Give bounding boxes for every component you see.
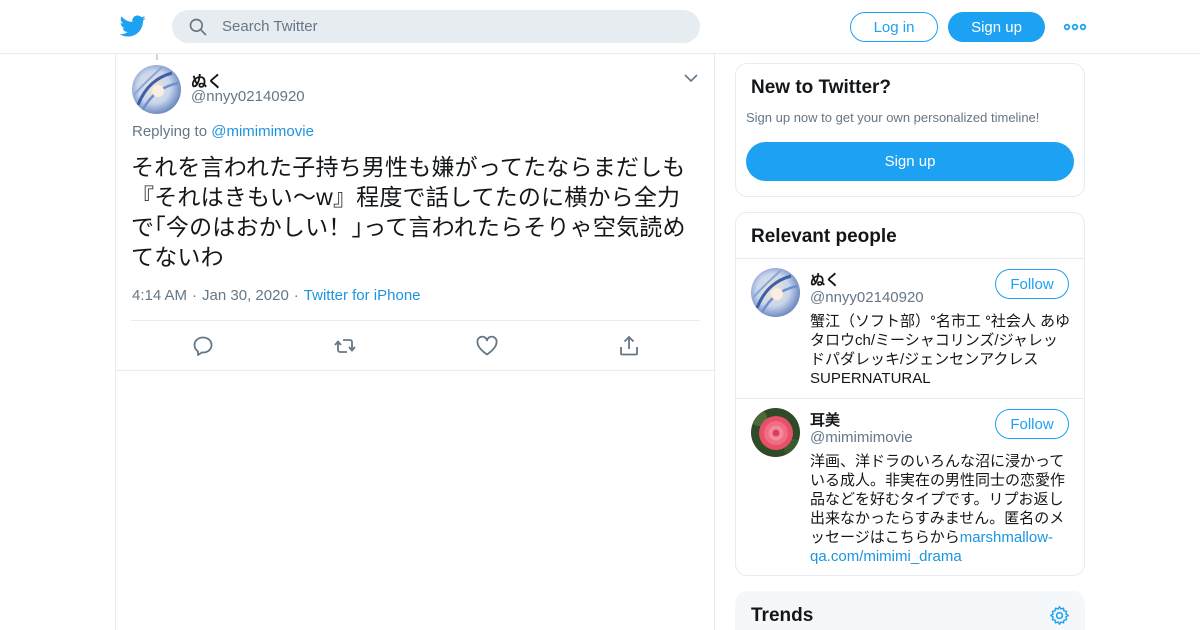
search-icon — [189, 18, 207, 36]
replying-to: Replying to @mimimimovie — [132, 123, 314, 140]
trends-title: Trends — [751, 605, 814, 626]
follow-button[interactable]: Follow — [995, 269, 1069, 299]
share-icon[interactable] — [617, 334, 641, 358]
person-name[interactable]: ぬく — [810, 269, 840, 290]
login-button[interactable]: Log in — [850, 12, 938, 42]
reply-icon[interactable] — [191, 334, 215, 358]
avatar[interactable] — [751, 268, 800, 317]
signup-button-large[interactable]: Sign up — [746, 142, 1074, 181]
person-bio: 蟹江（ソフト部）ᐤ名市工 ᐤ社会人 あゆタロウch/ミーシャコリンズ/ジャレッド… — [810, 313, 1071, 387]
replying-to-link[interactable]: @mimimimovie — [211, 123, 314, 140]
search-bar[interactable] — [172, 10, 700, 43]
tweet-column: ぬく @nnyy02140920 Replying to @mimimimovi… — [115, 54, 716, 630]
avatar-image — [751, 268, 800, 317]
top-navigation-bar: Log in Sign up — [0, 0, 1200, 54]
replying-prefix: Replying to — [132, 123, 208, 140]
twitter-bird-logo-icon[interactable] — [120, 13, 146, 39]
new-to-twitter-title: New to Twitter? — [751, 77, 892, 98]
person-bio: 洋画、洋ドラのいろんな沼に浸かっている成人。非実在の男性同士の恋愛作品などを好む… — [810, 452, 1072, 566]
retweet-icon[interactable] — [333, 334, 357, 358]
tweet-metadata: 4:14 AM · Jan 30, 2020 · Twitter for iPhone — [132, 287, 421, 304]
person-handle[interactable]: @mimimimovie — [810, 429, 913, 446]
like-icon[interactable] — [475, 334, 499, 358]
avatar-image — [132, 65, 181, 114]
trends-card: Trends — [735, 591, 1085, 630]
tweet-time[interactable]: 4:14 AM — [132, 287, 187, 304]
tweet-date[interactable]: Jan 30, 2020 — [202, 287, 289, 304]
chevron-down-icon[interactable] — [683, 70, 699, 86]
avatar[interactable] — [751, 408, 800, 457]
signup-button[interactable]: Sign up — [948, 12, 1045, 42]
person-name[interactable]: 耳美 — [810, 409, 840, 430]
new-to-twitter-subtitle: Sign up now to get your own personalized… — [746, 110, 1040, 125]
separator-dot: · — [192, 287, 198, 304]
relevant-people-card: Relevant people ぬく @nnyy02140920 Follow … — [735, 212, 1085, 576]
divider — [131, 320, 700, 321]
divider — [736, 398, 1084, 399]
divider — [116, 370, 716, 371]
thread-connector — [156, 54, 158, 60]
tweet-actions — [116, 332, 716, 362]
relevant-people-title: Relevant people — [751, 226, 897, 247]
avatar[interactable] — [132, 65, 181, 114]
new-to-twitter-card: New to Twitter? Sign up now to get your … — [735, 63, 1085, 197]
avatar-image — [751, 408, 800, 457]
search-input[interactable] — [222, 10, 682, 43]
person-handle[interactable]: @nnyy02140920 — [810, 289, 924, 306]
tweet-source[interactable]: Twitter for iPhone — [304, 287, 421, 304]
tweet-text: それを言われた子持ち男性も嫌がってたならまだしも『それはきもい〜w』程度で話して… — [131, 154, 686, 270]
divider — [736, 258, 1084, 259]
tweet-author-handle[interactable]: @nnyy02140920 — [191, 88, 305, 105]
gear-icon[interactable] — [1049, 605, 1070, 626]
separator-dot: · — [293, 287, 299, 304]
follow-button[interactable]: Follow — [995, 409, 1069, 439]
more-options-icon[interactable] — [1063, 17, 1087, 37]
